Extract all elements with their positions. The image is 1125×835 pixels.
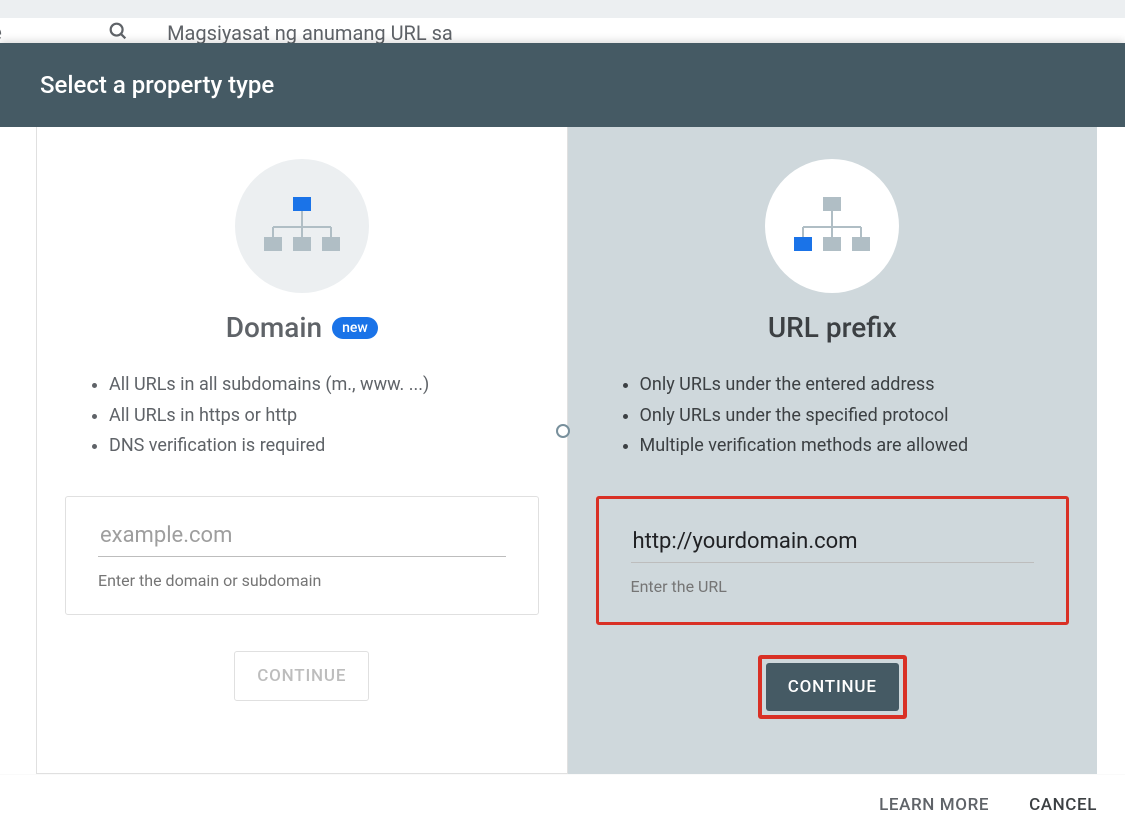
url-prefix-card: URL prefix Only URLs under the entered a…: [568, 127, 1098, 774]
app-name-fragment: nsole: [0, 21, 2, 46]
domain-input-block: Enter the domain or subdomain: [65, 496, 539, 615]
url-prefix-continue-button[interactable]: CONTINUE: [766, 663, 899, 711]
domain-card: Domain new All URLs in all subdomains (m…: [36, 127, 568, 774]
sitemap-icon: [235, 159, 369, 293]
domain-bullets: All URLs in all subdomains (m., www. ...…: [65, 370, 539, 462]
new-badge: new: [332, 317, 378, 339]
learn-more-link[interactable]: LEARN MORE: [879, 795, 989, 815]
url-prefix-input-helper: Enter the URL: [631, 577, 1035, 596]
list-item: All URLs in https or http: [109, 401, 539, 432]
search-placeholder-fragment: Magsiyasat ng anumang URL sa: [167, 21, 453, 45]
url-prefix-card-title: URL prefix: [768, 311, 897, 344]
list-item: Only URLs under the entered address: [640, 370, 1070, 401]
domain-continue-button[interactable]: CONTINUE: [234, 651, 369, 701]
domain-card-title: Domain new: [226, 311, 378, 344]
dialog-body: Domain new All URLs in all subdomains (m…: [0, 127, 1125, 774]
domain-input[interactable]: [98, 515, 506, 557]
property-type-dialog: Select a property type Domain n: [0, 43, 1125, 835]
url-prefix-input[interactable]: [631, 521, 1035, 563]
dialog-title: Select a property type: [0, 43, 1125, 127]
list-item: All URLs in all subdomains (m., www. ...…: [109, 370, 539, 401]
list-item: Only URLs under the specified protocol: [640, 401, 1070, 432]
url-prefix-input-block: Enter the URL: [596, 496, 1070, 625]
cancel-button[interactable]: CANCEL: [1029, 795, 1097, 815]
domain-input-helper: Enter the domain or subdomain: [98, 571, 506, 590]
url-prefix-title-text: URL prefix: [768, 311, 897, 344]
list-item: Multiple verification methods are allowe…: [640, 431, 1070, 462]
sitemap-icon: [765, 159, 899, 293]
domain-title-text: Domain: [226, 311, 322, 344]
or-divider-icon: [556, 424, 570, 438]
continue-highlight-box: CONTINUE: [758, 655, 907, 719]
list-item: DNS verification is required: [109, 431, 539, 462]
dialog-footer: LEARN MORE CANCEL: [0, 774, 1125, 835]
url-prefix-bullets: Only URLs under the entered address Only…: [596, 370, 1070, 462]
